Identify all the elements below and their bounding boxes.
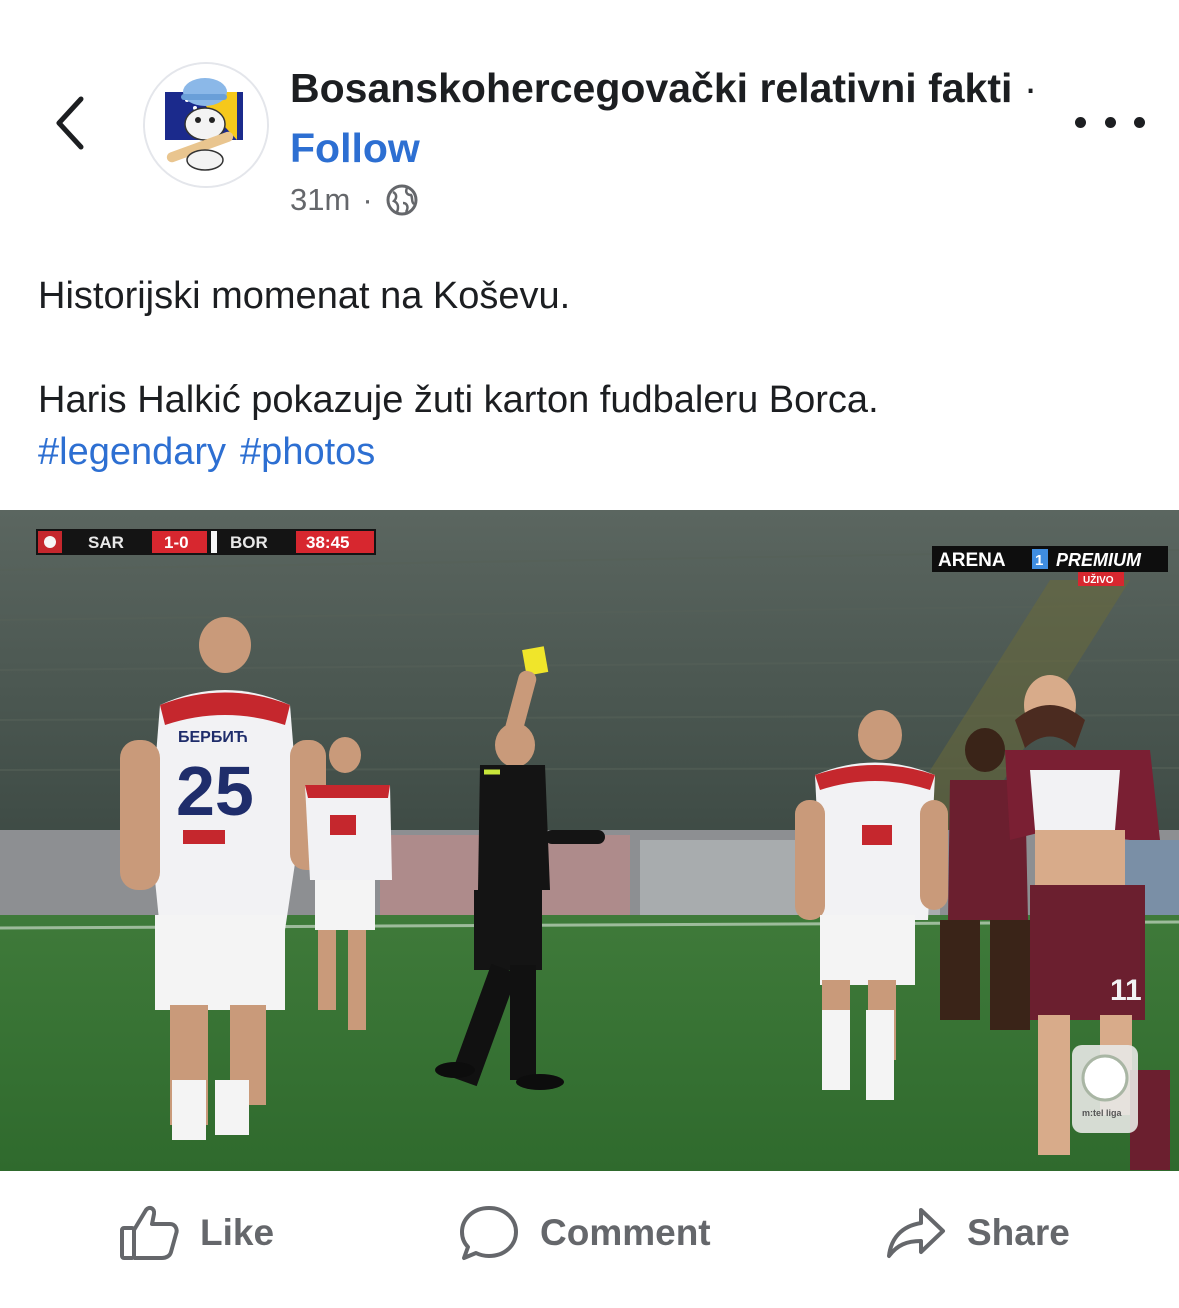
hashtag-link[interactable]: #legendary [38,431,226,473]
player-number-text: 25 [176,752,254,830]
post-text-line: Historijski momenat na Koševu. [38,275,571,317]
more-options-button[interactable] [1075,100,1145,144]
like-label: Like [200,1212,275,1253]
like-button[interactable]: Like [118,1198,274,1268]
home-team-text: SAR [88,533,124,552]
post-meta: 31m · [290,178,419,222]
svg-text:11: 11 [1110,974,1142,1007]
player-name-text: БЕРБИЋ [178,729,248,746]
share-button[interactable]: Share [885,1198,1070,1268]
comment-label: Comment [540,1212,711,1253]
thumbs-up-icon [120,1205,179,1260]
live-indicator-text: UŽIVO [1083,573,1114,586]
mascot-logo-icon [145,64,267,186]
league-badge: m:tel liga [1072,1045,1138,1133]
match-clock-text: 38:45 [306,533,349,552]
chevron-left-icon [56,96,84,150]
away-team-text: BOR [230,533,268,552]
broadcaster-tier-text: PREMIUM [1056,550,1142,570]
score-text: 1-0 [164,533,189,552]
post-text-spacer [38,322,1148,374]
dot-icon [1075,116,1086,128]
dot-icon [1134,116,1145,128]
meta-separator: · [362,182,373,217]
follow-button[interactable]: Follow [290,125,420,171]
globe-icon [386,184,418,216]
post-actions-bar: Like Comment Share [0,1178,1179,1288]
page-avatar[interactable] [143,62,269,188]
dot-icon [1104,116,1116,128]
comment-bubble-icon [460,1206,518,1260]
back-button[interactable] [40,88,100,158]
post-header-title: Bosanskohercegovački relativni fakti · F… [290,58,1050,178]
share-label: Share [967,1212,1070,1253]
football-match-scene: БЕРБИЋ 25 11 m:tel liga SAR 1-0 BOR 38:4… [0,510,1179,1171]
hashtag-link[interactable]: #photos [240,431,375,473]
title-separator: · [1023,65,1038,111]
broadcaster-channel-text: 1 [1035,552,1043,569]
scoreboard: SAR 1-0 BOR 38:45 [36,529,376,555]
share-arrow-icon [887,1208,945,1258]
hashtag-row: #legendary #photos [38,426,1148,478]
post-body: Historijski momenat na Koševu. Haris Hal… [38,270,1148,478]
page-name-link[interactable]: Bosanskohercegovački relativni fakti [290,65,1012,111]
post-timestamp[interactable]: 31m [290,182,350,218]
league-badge-text: m:tel liga [1082,1108,1123,1118]
post-photo[interactable]: БЕРБИЋ 25 11 m:tel liga SAR 1-0 BOR 38:4… [0,510,1179,1171]
broadcaster-name-text: ARENA [938,550,1006,571]
comment-button[interactable]: Comment [458,1198,711,1268]
post-text-line: Haris Halkić pokazuje žuti karton fudbal… [38,379,879,421]
